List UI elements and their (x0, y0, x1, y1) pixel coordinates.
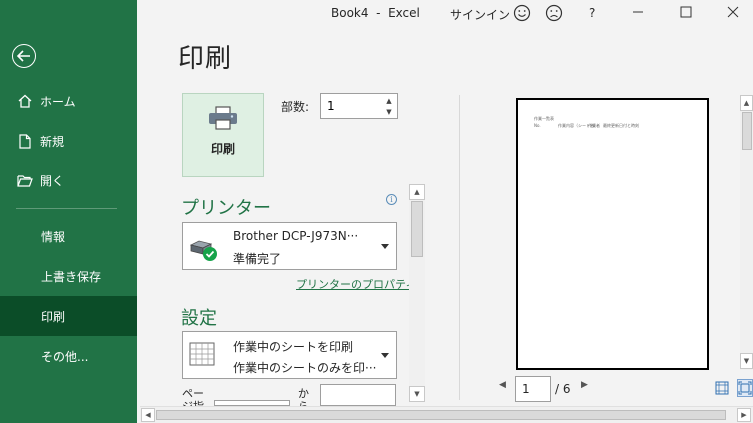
scope-line1: 作業中のシートを印刷 (233, 340, 354, 354)
spin-down-icon[interactable]: ▼ (383, 106, 395, 117)
scroll-thumb[interactable] (411, 201, 423, 257)
signin-link[interactable]: サインイン (450, 6, 510, 23)
frown-icon[interactable] (545, 4, 563, 22)
sidebar-item-label: その他... (41, 349, 89, 364)
copies-label: 部数: (281, 100, 310, 114)
printer-name: Brother DCP-J973N··· (233, 229, 359, 243)
sidebar-item-label: 印刷 (41, 309, 66, 324)
preview-scrollbar[interactable]: ▲ ▼ (740, 95, 753, 370)
sidebar-item-new[interactable]: 新規 (0, 121, 137, 161)
settings-scrollbar[interactable]: ▲ ▼ (409, 184, 425, 402)
sidebar-item-label: 新規 (40, 134, 65, 149)
scroll-up-icon[interactable]: ▲ (740, 95, 753, 111)
new-document-icon (17, 133, 33, 149)
print-preview-page: 作業一覧表 No. 作業内容（シート名） 作業者 最終更新日付と時刻 (516, 98, 709, 370)
page-number-input[interactable]: 1 (515, 376, 551, 402)
open-folder-icon (17, 172, 33, 188)
sidebar-item-label: 開く (40, 173, 65, 188)
title-bar: Book4 - Excel サインイン ? (137, 0, 753, 28)
copies-input[interactable] (321, 94, 377, 118)
sidebar-item-save[interactable]: 上書き保存 (0, 256, 137, 296)
scroll-up-icon[interactable]: ▲ (409, 184, 425, 200)
close-icon[interactable] (727, 6, 739, 18)
sidebar-item-label: ホーム (40, 94, 76, 109)
settings-section-title: 設定 (181, 308, 217, 329)
home-icon (17, 93, 33, 109)
sidebar-item-print[interactable]: 印刷 (0, 296, 137, 336)
sidebar-item-more[interactable]: その他... (0, 336, 137, 376)
preview-col-updated: 最終更新日付と時刻 (603, 123, 639, 128)
spin-up-icon[interactable]: ▲ (383, 95, 395, 106)
sidebar-item-label: 情報 (41, 229, 66, 244)
preview-col-no: No. (534, 123, 541, 128)
scope-line2: 作業中のシートのみを印··· (233, 361, 377, 375)
sidebar-item-home[interactable]: ホーム (0, 81, 137, 121)
scroll-right-icon[interactable]: ▶ (737, 408, 751, 422)
help-icon[interactable]: ? (589, 6, 595, 20)
show-margins-icon[interactable] (714, 379, 730, 397)
scroll-left-icon[interactable]: ◀ (141, 408, 155, 422)
scroll-down-icon[interactable]: ▼ (740, 353, 753, 369)
printer-properties-link[interactable]: プリンターのプロパティ (296, 276, 416, 292)
back-arrow-icon[interactable] (12, 44, 36, 68)
minimize-icon[interactable] (632, 6, 644, 18)
chevron-down-icon (381, 244, 389, 249)
printer-icon (208, 106, 238, 134)
scroll-thumb[interactable] (156, 410, 726, 420)
backstage-sidebar: ホーム 新規 開く 情報 上書き保存 印刷 その他... (0, 0, 137, 423)
next-page-icon[interactable]: ▶ (581, 380, 588, 390)
maximize-icon[interactable] (680, 6, 692, 18)
scroll-down-icon[interactable]: ▼ (409, 386, 425, 402)
scroll-thumb[interactable] (742, 112, 752, 150)
page-total: / 6 (555, 382, 571, 396)
sidebar-item-label: 上書き保存 (41, 269, 102, 284)
horizontal-scrollbar[interactable]: ◀ ▶ (140, 406, 753, 423)
print-button-label: 印刷 (210, 142, 235, 156)
sheet-grid-icon (189, 342, 215, 370)
smile-icon[interactable] (513, 4, 531, 22)
printer-ready-icon (189, 237, 219, 267)
page-title: 印刷 (178, 44, 233, 74)
print-button[interactable]: 印刷 (182, 93, 264, 177)
print-scope-dropdown[interactable]: 作業中のシートを印刷 作業中のシートのみを印··· (182, 331, 397, 379)
window-title: Book4 - Excel (331, 6, 420, 20)
preview-col-worker: 作業者 (588, 123, 600, 128)
printer-status: 準備完了 (233, 252, 282, 266)
pane-divider (459, 95, 460, 400)
sidebar-item-info[interactable]: 情報 (0, 216, 137, 256)
sidebar-divider (16, 208, 117, 209)
pages-to-input[interactable] (320, 384, 396, 406)
info-icon[interactable]: i (386, 194, 397, 205)
preview-heading: 作業一覧表 (534, 116, 554, 121)
printer-section-title: プリンター (181, 198, 271, 219)
chevron-down-icon (381, 353, 389, 358)
copies-stepper[interactable]: ▲ ▼ (320, 93, 398, 119)
prev-page-icon[interactable]: ◀ (499, 380, 506, 390)
printer-dropdown[interactable]: Brother DCP-J973N··· 準備完了 (182, 222, 397, 270)
zoom-to-page-icon[interactable] (737, 379, 753, 397)
sidebar-item-open[interactable]: 開く (0, 160, 137, 200)
